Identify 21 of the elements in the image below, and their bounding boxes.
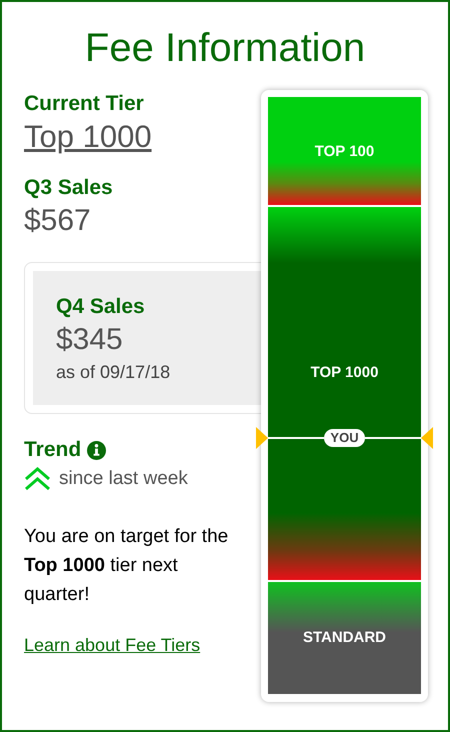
trend-text: since last week	[59, 467, 188, 491]
q4-sales-value: $345	[56, 322, 124, 358]
as-of-date: as of 09/17/18	[56, 361, 172, 384]
tier-label: TOP 100	[314, 142, 374, 162]
current-tier-label: Current Tier	[24, 91, 145, 117]
fee-tiers-link[interactable]: Learn about Fee Tiers	[24, 633, 200, 657]
tier-label: TOP 1000	[310, 363, 378, 383]
you-badge: YOU	[324, 429, 365, 448]
current-tier-value: Top 1000	[24, 118, 152, 156]
q3-sales-value: $567	[24, 203, 92, 239]
target-message: You are on target for the Top 1000 tier next quarter!	[24, 525, 230, 607]
marker-line	[364, 437, 422, 440]
trend-label: Trend	[24, 437, 82, 463]
page-title: Fee Information	[84, 25, 366, 72]
pointer-icon	[256, 427, 268, 450]
marker-line	[268, 437, 324, 440]
q3-sales-label: Q3 Sales	[24, 175, 114, 201]
tier-label: STANDARD	[302, 628, 386, 648]
q4-sales-label: Q4 Sales	[56, 294, 146, 320]
info-icon	[87, 440, 106, 460]
pointer-icon	[421, 427, 434, 450]
